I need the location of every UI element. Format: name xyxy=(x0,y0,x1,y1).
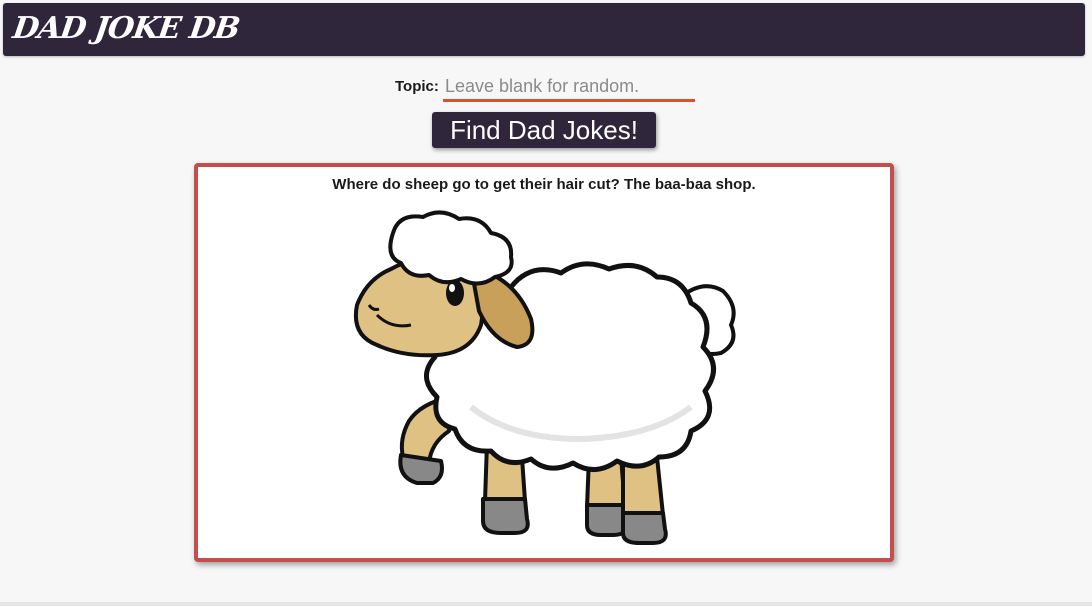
sheep-illustration xyxy=(354,210,736,545)
brand-title[interactable]: DAD JOKE DB xyxy=(10,11,242,47)
joke-text: Where do sheep go to get their hair cut?… xyxy=(332,176,756,193)
find-dad-jokes-button[interactable]: Find Dad Jokes! xyxy=(432,112,656,148)
topic-label: Topic: xyxy=(395,78,439,95)
topic-input[interactable] xyxy=(443,74,695,102)
app-header: DAD JOKE DB xyxy=(3,3,1085,56)
head-fluff xyxy=(388,210,514,286)
topic-search-row: Topic: xyxy=(0,73,1092,103)
joke-result-card: Where do sheep go to get their hair cut?… xyxy=(194,163,894,562)
page-bottom-border xyxy=(0,602,1092,606)
joke-image xyxy=(351,207,739,547)
